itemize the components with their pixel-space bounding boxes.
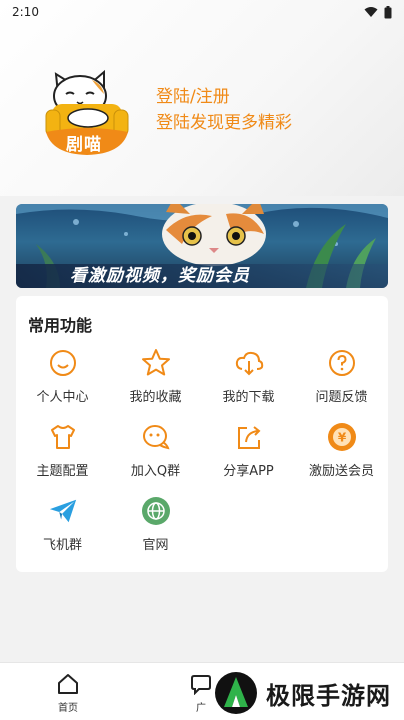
login-register-link[interactable]: 登陆/注册 (156, 84, 292, 110)
star-icon (141, 348, 171, 378)
feature-feedback[interactable]: 问题反馈 (295, 348, 388, 422)
watermark-logo (215, 672, 257, 714)
chat-bubble-icon (191, 675, 211, 695)
feature-favorites[interactable]: 我的收藏 (109, 348, 202, 422)
tshirt-icon (48, 422, 78, 452)
profile-section[interactable]: 剧喵 (42, 66, 132, 156)
cloud-download-icon (234, 348, 264, 378)
globe-icon (141, 496, 171, 526)
logo-text: 剧喵 (66, 135, 102, 155)
question-icon (327, 348, 357, 378)
home-icon (58, 674, 78, 694)
site-watermark: 极限手游网 (214, 666, 401, 720)
app-logo[interactable]: 剧喵 (42, 66, 132, 156)
nav-square[interactable]: 广 (186, 673, 216, 714)
feature-reward-vip[interactable]: ¥ 激励送会员 (295, 422, 388, 496)
features-title: 常用功能 (28, 316, 93, 335)
features-card: 常用功能 个人中心 我的收藏 我的下载 问题反馈 主题配置 加入Q群 分享APP… (16, 296, 388, 572)
battery-icon (384, 5, 392, 18)
status-time: 2:10 (12, 5, 39, 19)
feature-telegram-group[interactable]: 飞机群 (16, 496, 109, 570)
wifi-icon (364, 7, 378, 17)
profile-subtitle: 登陆发现更多精彩 (156, 113, 292, 133)
status-bar: 2:10 (0, 0, 404, 24)
features-grid: 个人中心 我的收藏 我的下载 问题反馈 主题配置 加入Q群 分享APP ¥ 激励… (16, 348, 388, 570)
profile-text-block[interactable]: 登陆/注册 登陆发现更多精彩 (156, 84, 292, 136)
feature-share-app[interactable]: 分享APP (202, 422, 295, 496)
svg-text:¥: ¥ (337, 431, 346, 445)
coin-icon: ¥ (327, 422, 357, 452)
feature-theme[interactable]: 主题配置 (16, 422, 109, 496)
feature-downloads[interactable]: 我的下载 (202, 348, 295, 422)
share-icon (234, 422, 264, 452)
feature-official-site[interactable]: 官网 (109, 496, 202, 570)
incentive-video-banner[interactable]: 看激励视频，奖励会员 (16, 204, 388, 288)
feature-profile-center[interactable]: 个人中心 (16, 348, 109, 422)
feature-join-qq-group[interactable]: 加入Q群 (109, 422, 202, 496)
watermark-text: 极限手游网 (266, 681, 391, 710)
banner-caption: 看激励视频，奖励会员 (16, 264, 388, 288)
smile-icon (48, 348, 78, 378)
telegram-icon (48, 496, 78, 526)
chat-icon (141, 422, 171, 452)
nav-home[interactable]: 首页 (46, 673, 90, 714)
